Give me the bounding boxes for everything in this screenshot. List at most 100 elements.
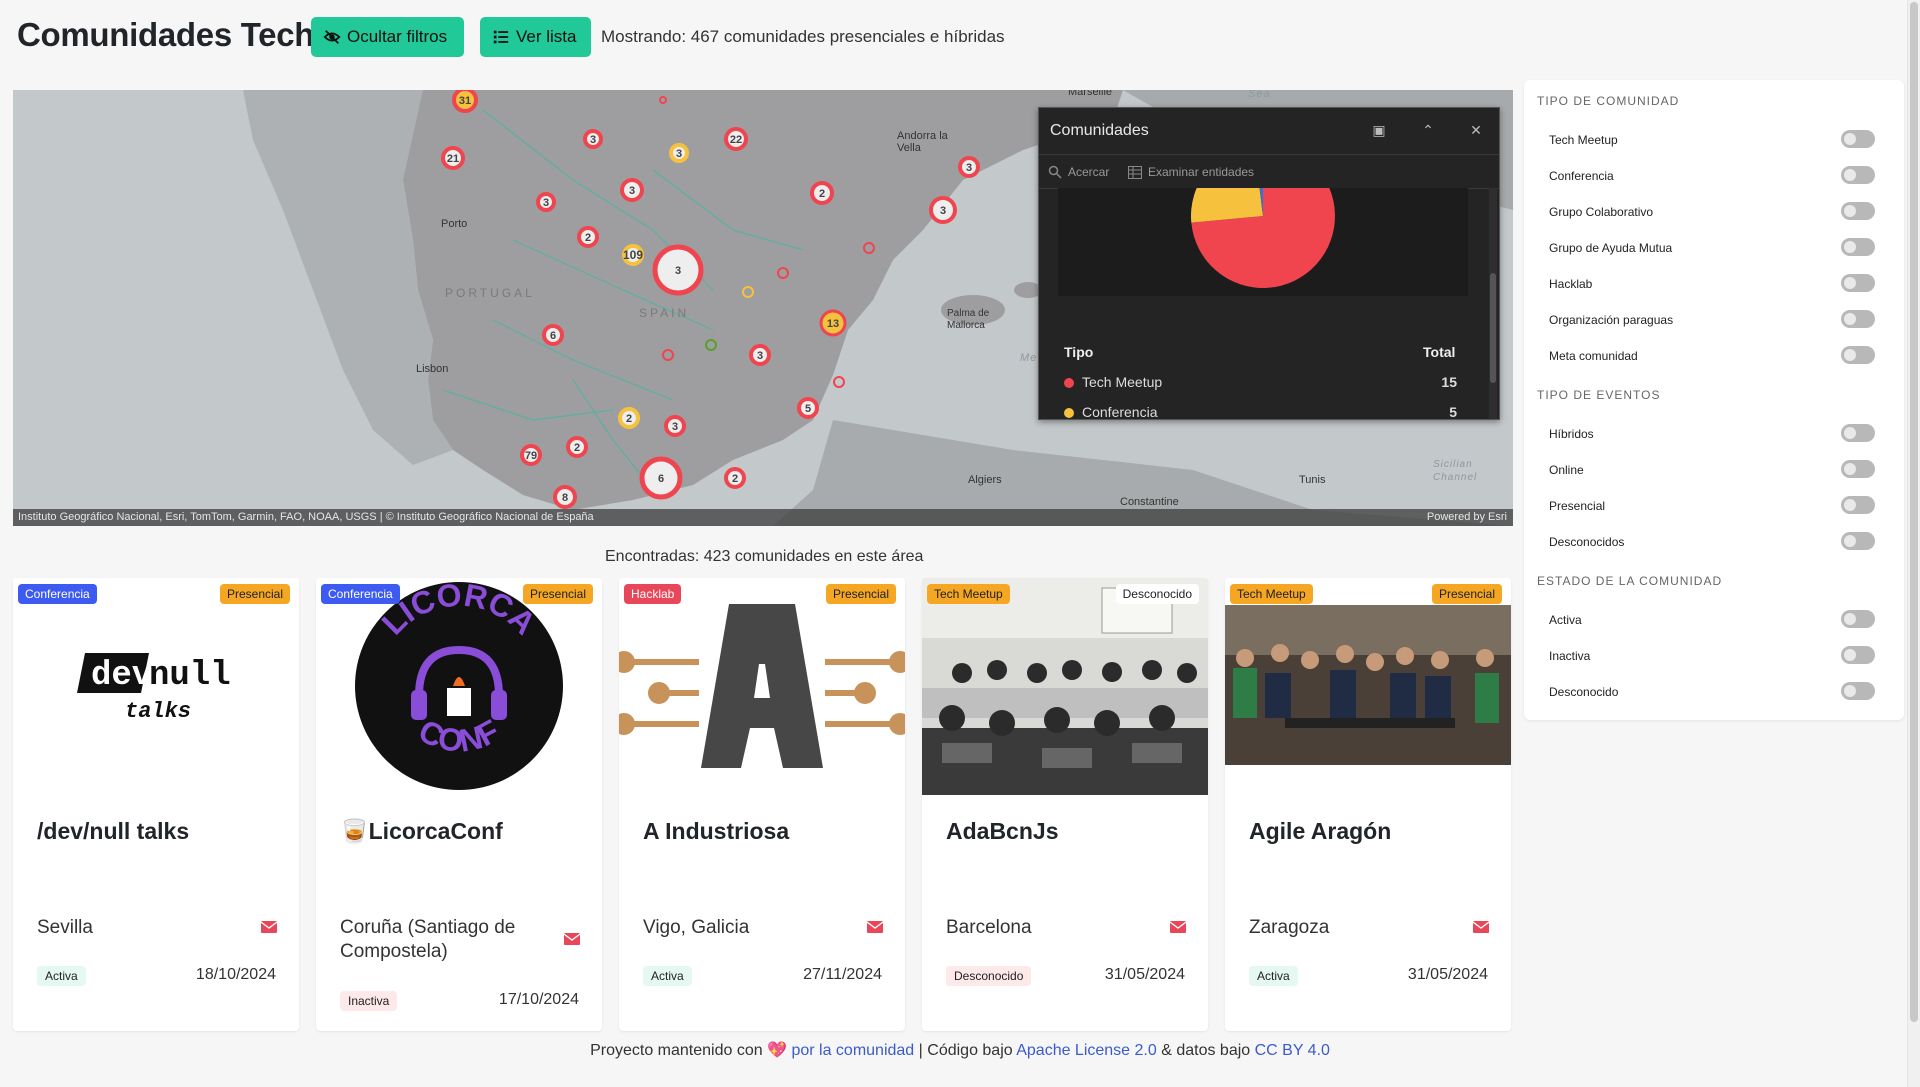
type-badge: Conferencia (18, 584, 97, 604)
cluster-count: 79 (525, 450, 537, 462)
card-city: Sevilla (37, 917, 93, 938)
status-badge: Desconocido (946, 966, 1032, 986)
browse-features-action[interactable]: Examinar entidades (1128, 165, 1254, 179)
eye-slash-icon (323, 30, 341, 44)
cluster-count: 2 (819, 188, 825, 200)
toggle-switch[interactable] (1841, 130, 1875, 148)
community-card[interactable]: Tech Meetup Presencial Agile Aragón Zara… (1225, 578, 1511, 1031)
cluster-count: 3 (543, 197, 549, 209)
toggle-switch[interactable] (1841, 496, 1875, 514)
col-type-header: Tipo (1064, 344, 1094, 360)
card-date: 18/10/2024 (195, 966, 276, 983)
popup-toolbar: Acercar Examinar entidades (1039, 155, 1499, 189)
cc-by-link[interactable]: CC BY 4.0 (1255, 1042, 1330, 1059)
toggle-switch[interactable] (1841, 202, 1875, 220)
filter-label: Online (1549, 463, 1584, 477)
type-badge: Hacklab (624, 584, 682, 604)
toggle-switch[interactable] (1841, 682, 1875, 700)
hide-filters-label: Ocultar filtros (347, 27, 448, 46)
envelope-icon[interactable] (564, 933, 580, 945)
cluster-count: 21 (447, 153, 459, 165)
page-scrollbar-thumb[interactable] (1910, 2, 1918, 1022)
status-badge: Activa (1249, 966, 1298, 986)
found-count: Encontradas: 423 comunidades en este áre… (605, 548, 924, 565)
powered-by-esri[interactable]: Powered by Esri (1427, 509, 1507, 526)
card-title[interactable]: AdaBcnJs (946, 818, 1058, 845)
toggle-switch[interactable] (1841, 532, 1875, 550)
toggle-switch[interactable] (1841, 346, 1875, 364)
filter-label: Grupo de Ayuda Mutua (1549, 241, 1673, 255)
filter-hacklab: Hacklab (1549, 274, 1889, 292)
community-link[interactable]: por la comunidad (791, 1042, 914, 1059)
close-icon[interactable]: ✕ (1466, 120, 1486, 140)
type-badge: Tech Meetup (927, 584, 1010, 604)
card-date: 31/05/2024 (1104, 966, 1185, 983)
map-attribution: Instituto Geográfico Nacional, Esri, Tom… (13, 509, 1513, 526)
envelope-icon[interactable] (1473, 921, 1489, 933)
toggle-switch[interactable] (1841, 310, 1875, 328)
row-value: 5 (1449, 404, 1457, 419)
filter-hibridos: Híbridos (1549, 424, 1889, 442)
card-logo (619, 578, 905, 795)
cluster-count: 3 (675, 265, 681, 277)
filter-presencial: Presencial (1549, 496, 1889, 514)
map-label-portugal: PORTUGAL (445, 286, 535, 300)
footer-code-text: | Código bajo (918, 1042, 1013, 1059)
community-card[interactable]: LICORCA CONF Conferencia Presencial 🥃Lic… (316, 578, 602, 1031)
filter-grupo-ayuda-mutua: Grupo de Ayuda Mutua (1549, 238, 1889, 256)
hide-filters-button[interactable]: Ocultar filtros (311, 17, 464, 57)
popup-scrollbar-thumb[interactable] (1490, 273, 1496, 383)
view-list-button[interactable]: Ver lista (480, 17, 591, 57)
card-photo (922, 578, 1208, 795)
card-title[interactable]: Agile Aragón (1249, 818, 1391, 845)
cluster-count: 3 (590, 134, 596, 146)
card-title[interactable]: 🥃LicorcaConf (340, 818, 503, 845)
apache-license-link[interactable]: Apache License 2.0 (1016, 1042, 1157, 1059)
communities-popup[interactable]: Comunidades ▣ ⌃ ✕ Acercar Examinar entid… (1038, 107, 1500, 420)
toggle-switch[interactable] (1841, 166, 1875, 184)
card-title[interactable]: A Industriosa (643, 818, 789, 845)
collapse-icon[interactable]: ⌃ (1418, 120, 1438, 140)
filter-label: Grupo Colaborativo (1549, 205, 1654, 219)
page-title: Comunidades Tech (17, 16, 315, 53)
section-community-type: TIPO DE COMUNIDAD (1537, 94, 1680, 108)
map-label-marseille: Marseille (1068, 90, 1113, 98)
community-card[interactable]: Hacklab Presencial A Industriosa Vigo, G… (619, 578, 905, 1031)
licorcaconf-logo: LICORCA CONF (316, 578, 602, 795)
filter-desconocidos: Desconocidos (1549, 532, 1889, 550)
envelope-icon[interactable] (261, 921, 277, 933)
cluster-count: 13 (827, 318, 839, 330)
filter-label: Desconocidos (1549, 535, 1625, 549)
toggle-switch[interactable] (1841, 610, 1875, 628)
envelope-icon[interactable] (867, 921, 883, 933)
devnull-logo: dev null talks (13, 578, 299, 795)
map-label-andorra: Andorra la Vella (897, 130, 948, 154)
zoom-to-action[interactable]: Acercar (1048, 165, 1109, 179)
card-photo (1225, 578, 1511, 795)
community-card[interactable]: Tech Meetup Desconocido AdaBcnJs Barcelo… (922, 578, 1208, 1031)
toggle-switch[interactable] (1841, 238, 1875, 256)
filter-inactiva: Inactiva (1549, 646, 1889, 664)
type-badge: Tech Meetup (1230, 584, 1313, 604)
cluster-count: 6 (550, 330, 556, 342)
toggle-switch[interactable] (1841, 424, 1875, 442)
toggle-switch[interactable] (1841, 274, 1875, 292)
page-scrollbar[interactable] (1907, 0, 1920, 1087)
table-row: Tech Meetup 15 (1064, 374, 1457, 390)
card-title[interactable]: /dev/null talks (37, 818, 189, 845)
logo-talks-text: talks (125, 699, 191, 724)
card-logo: LICORCA CONF (316, 578, 602, 795)
toggle-switch[interactable] (1841, 646, 1875, 664)
dock-icon[interactable]: ▣ (1369, 120, 1389, 140)
legend-dot (1064, 408, 1074, 419)
card-city: Barcelona (946, 917, 1032, 938)
toggle-switch[interactable] (1841, 460, 1875, 478)
card-date: 27/11/2024 (803, 966, 882, 983)
community-card[interactable]: dev null talks Conferencia Presencial /d… (13, 578, 299, 1031)
popup-header: Comunidades ▣ ⌃ ✕ (1039, 108, 1499, 155)
view-list-label: Ver lista (516, 27, 577, 46)
zoom-label: Acercar (1068, 165, 1110, 179)
envelope-icon[interactable] (1170, 921, 1186, 933)
map-label-me: Me (1020, 352, 1038, 364)
filter-label: Meta comunidad (1549, 349, 1638, 363)
